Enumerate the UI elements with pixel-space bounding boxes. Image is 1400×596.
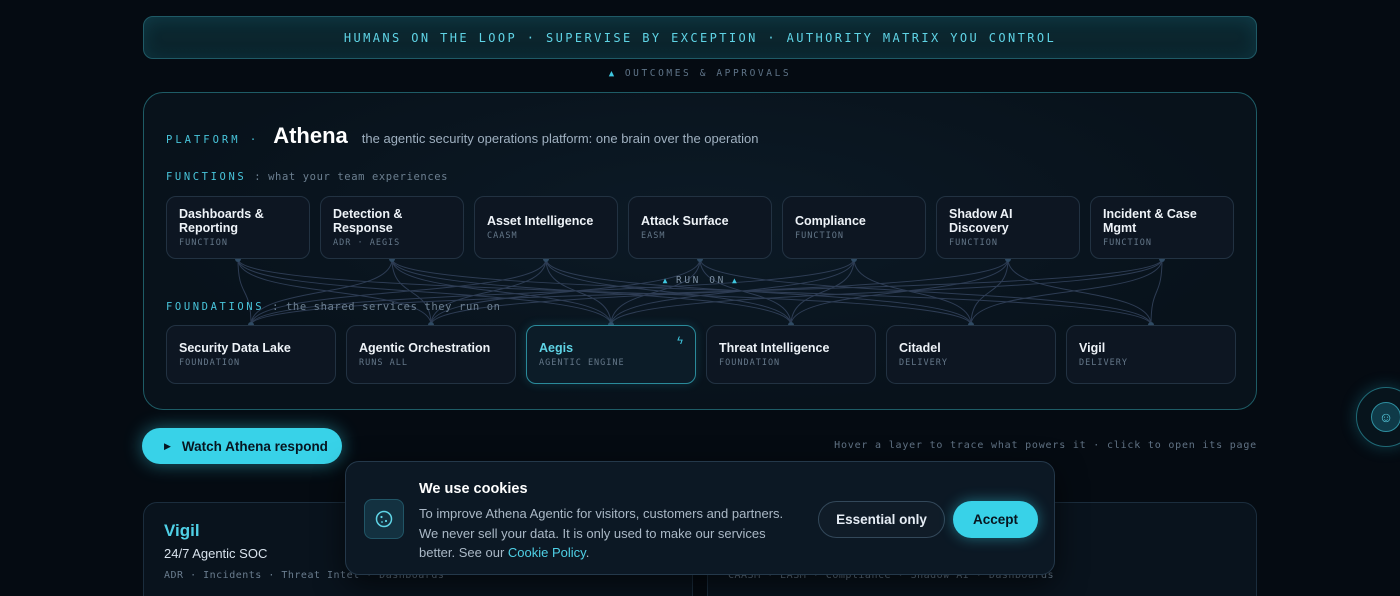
function-card-compliance[interactable]: Compliance FUNCTION [782, 196, 926, 259]
connection-wire [610, 258, 1163, 326]
function-card-incident[interactable]: Incident & Case Mgmt FUNCTION [1090, 196, 1234, 259]
connection-wire [699, 258, 1152, 326]
connection-wire [1150, 258, 1163, 326]
connection-wire [545, 258, 612, 326]
connection-wire [610, 258, 855, 326]
connection-wire [790, 258, 855, 326]
connection-wire [237, 258, 432, 326]
foundation-card-citadel[interactable]: Citadel DELIVERY [886, 325, 1056, 384]
triangle-up-icon: ▲ [662, 276, 671, 285]
outcomes-label: ▲ OUTCOMES & APPROVALS [608, 68, 792, 79]
connection-wire [1007, 258, 1152, 326]
connection-wire [391, 258, 612, 326]
connection-wire [237, 258, 612, 326]
platform-panel: PLATFORM · Athena the agentic security o… [143, 92, 1257, 410]
function-card-attack-surface[interactable]: Attack Surface EASM [628, 196, 772, 259]
connection-wire [237, 258, 972, 326]
connection-wire [250, 258, 547, 326]
foundation-card-vigil[interactable]: Vigil DELIVERY [1066, 325, 1236, 384]
play-icon: ▶ [164, 440, 171, 451]
hover-hint: Hover a layer to trace what powers it · … [834, 440, 1257, 451]
connection-wire [250, 258, 393, 326]
connection-wire [790, 258, 1009, 326]
connection-wire [391, 258, 1152, 326]
connection-wire [391, 258, 432, 326]
foundation-card-orchestration[interactable]: Agentic Orchestration RUNS ALL [346, 325, 516, 384]
assistant-icon: ☺ [1371, 402, 1400, 432]
connection-wire [250, 258, 855, 326]
platform-description: the agentic security operations platform… [361, 131, 759, 146]
function-card-detection[interactable]: Detection & Response ADR · AEGIS [320, 196, 464, 259]
top-banner: HUMANS ON THE LOOP · SUPERVISE BY EXCEPT… [143, 16, 1257, 59]
function-card-shadow-ai[interactable]: Shadow AI Discovery FUNCTION [936, 196, 1080, 259]
connection-wire [545, 258, 792, 326]
bolt-icon: ϟ [677, 335, 683, 347]
triangle-up-icon: ▲ [731, 276, 740, 285]
connection-wire [610, 258, 701, 326]
foundation-card-threat-intel[interactable]: Threat Intelligence FOUNDATION [706, 325, 876, 384]
product-tagline: 24/7 Agentic SOC [164, 546, 268, 561]
cookie-banner: We use cookies To improve Athena Agentic… [345, 461, 1055, 575]
connection-wire [430, 258, 1009, 326]
platform-name: Athena [273, 123, 348, 148]
foundation-card-aegis[interactable]: ϟ Aegis AGENTIC ENGINE [526, 325, 696, 384]
connection-wire [545, 258, 972, 326]
cookie-title: We use cookies [419, 481, 528, 497]
accept-button[interactable]: Accept [953, 501, 1038, 538]
banner-text: HUMANS ON THE LOOP · SUPERVISE BY EXCEPT… [343, 30, 1057, 45]
platform-header: PLATFORM · Athena the agentic security o… [166, 123, 759, 149]
connection-wire [970, 258, 1009, 326]
connection-wire [250, 258, 1163, 326]
triangle-up-icon: ▲ [608, 69, 617, 79]
assistant-launcher[interactable]: ☺ [1356, 387, 1400, 447]
connection-wire [970, 258, 1163, 326]
function-card-asset-intelligence[interactable]: Asset Intelligence CAASM [474, 196, 618, 259]
function-card-dashboards[interactable]: Dashboards & Reporting FUNCTION [166, 196, 310, 259]
watch-athena-button[interactable]: ▶ Watch Athena respond [142, 428, 342, 464]
cookie-body: To improve Athena Agentic for visitors, … [419, 506, 784, 560]
connection-wire [699, 258, 792, 326]
functions-label: FUNCTIONS: what your team experiences [166, 171, 449, 183]
connection-wire [430, 258, 701, 326]
foundation-card-data-lake[interactable]: Security Data Lake FOUNDATION [166, 325, 336, 384]
platform-label: PLATFORM · [166, 134, 260, 146]
foundations-label: FOUNDATIONS: the shared services they ru… [166, 301, 501, 313]
cookie-policy-link[interactable]: Cookie Policy [508, 545, 586, 560]
connection-wire [853, 258, 972, 326]
connection-wire [237, 258, 252, 326]
connection-wire [430, 258, 547, 326]
run-on-label: ▲ RUN ON ▲ [662, 275, 740, 286]
connection-wire [391, 258, 792, 326]
product-name: Vigil [164, 521, 200, 540]
cookie-icon [364, 499, 404, 539]
essential-only-button[interactable]: Essential only [818, 501, 945, 538]
